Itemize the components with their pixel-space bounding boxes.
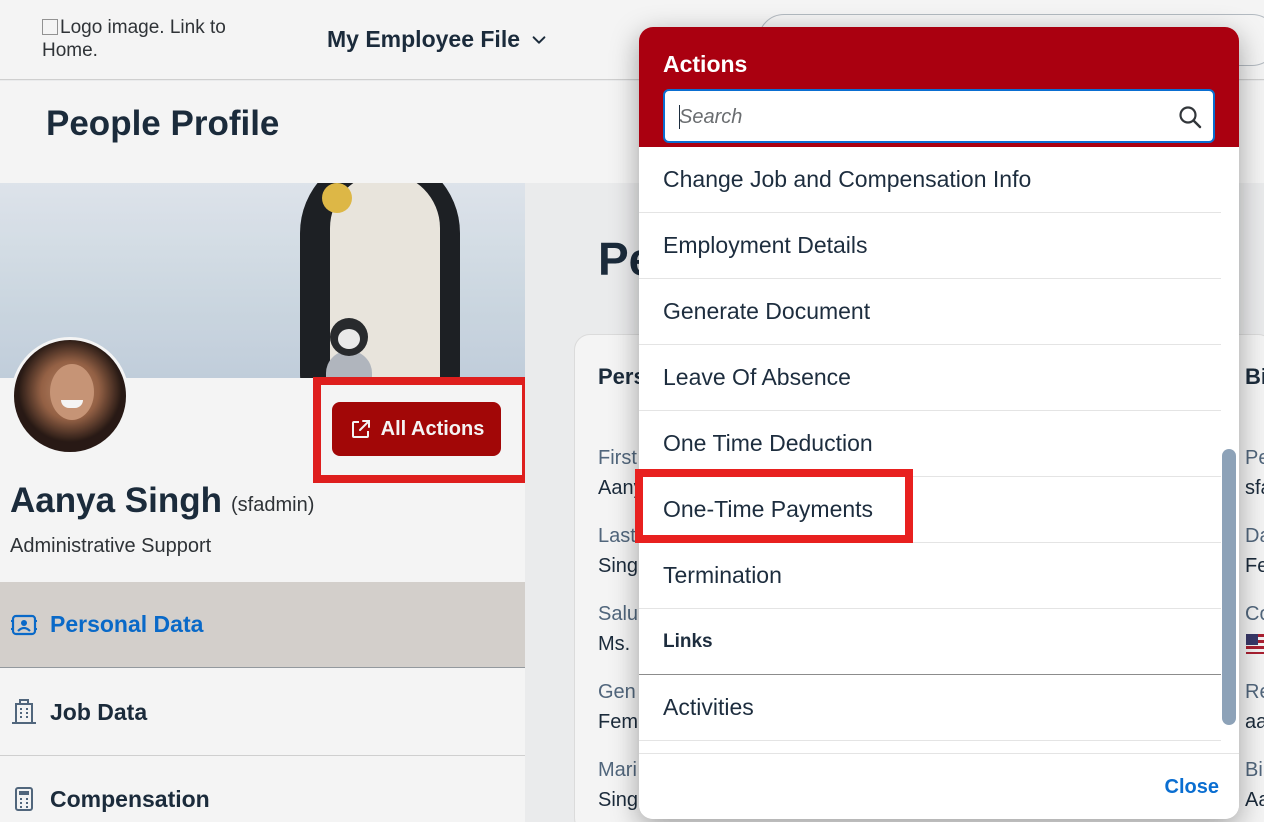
action-item-change-job-compensation[interactable]: Change Job and Compensation Info [639, 147, 1221, 213]
actions-popover: Actions Change Job and Compensation Info… [639, 27, 1239, 819]
building-icon [12, 699, 36, 724]
action-item-generate-document[interactable]: Generate Document [639, 279, 1221, 345]
field-value: sfa [1245, 477, 1264, 499]
popover-header: Actions [639, 27, 1239, 147]
actions-search-input[interactable] [679, 102, 1159, 132]
module-name: My Employee File [327, 26, 521, 52]
field-value: Aany [598, 477, 644, 499]
employee-job-title: Administrative Support [10, 535, 212, 557]
field-label: Re [1245, 681, 1264, 703]
search-icon[interactable] [1177, 104, 1203, 130]
broken-image-icon [42, 19, 58, 35]
field-label: Bi [1245, 759, 1263, 781]
chick-face-shape [338, 329, 360, 349]
avatar[interactable] [11, 337, 129, 455]
calculator-icon [15, 787, 33, 811]
field-label: Salu [598, 603, 639, 625]
field-value: Ms. [598, 633, 631, 655]
action-item-termination[interactable]: Termination [639, 543, 1221, 609]
all-actions-button[interactable]: All Actions [332, 402, 501, 456]
profile-card-icon [11, 614, 37, 635]
nav-label: Compensation [50, 785, 210, 812]
popover-footer: Close [639, 753, 1239, 819]
module-switcher[interactable]: My Employee File [327, 26, 548, 53]
action-item-employment-details[interactable]: Employment Details [639, 213, 1221, 279]
link-item-activities[interactable]: Activities [639, 675, 1221, 741]
field-label: Co [1245, 603, 1264, 625]
home-logo-link[interactable]: Logo image. Link to Home. [42, 16, 272, 62]
field-label: Gen [598, 681, 636, 703]
logo-alt-text: Logo image. Link to Home. [42, 17, 226, 61]
action-item-leave-of-absence[interactable]: Leave Of Absence [639, 345, 1221, 411]
right-card-title: Bi [1245, 364, 1264, 389]
links-group-header: Links [639, 609, 1221, 675]
action-item-one-time-payments[interactable]: One-Time Payments [639, 477, 1221, 543]
page-title: People Profile [46, 104, 280, 143]
field-value: Sing [598, 555, 639, 577]
avatar-face-shape [50, 364, 94, 420]
field-label: First [598, 447, 637, 469]
field-value: aa [1245, 711, 1264, 733]
employee-username: (sfadmin) [231, 494, 315, 516]
chevron-down-icon [532, 35, 546, 44]
us-flag-icon [1246, 634, 1264, 654]
profile-panel: All Actions Aanya Singh (sfadmin) Admini… [0, 183, 530, 822]
employee-name: Aanya Singh [10, 481, 222, 520]
share-icon [351, 420, 370, 438]
field-label: Last [598, 525, 636, 547]
field-label: Pe [1245, 447, 1264, 469]
popover-title: Actions [663, 51, 748, 77]
nav-label: Personal Data [50, 611, 204, 637]
actions-list[interactable]: Change Job and Compensation Info Employm… [639, 147, 1239, 753]
field-value: Fem [598, 711, 638, 733]
field-label: Da [1245, 525, 1264, 547]
close-button[interactable]: Close [1129, 772, 1219, 802]
nav-label: Job Data [50, 698, 148, 725]
nav-item-personal-data[interactable]: Personal Data [0, 582, 525, 668]
text-cursor [679, 105, 680, 129]
all-actions-label: All Actions [380, 417, 485, 440]
list-scrollbar[interactable] [1222, 449, 1236, 725]
penguin-beak-shape [322, 183, 352, 213]
actions-search-field[interactable] [663, 89, 1215, 143]
field-label: Mari [598, 759, 637, 781]
nav-item-job-data[interactable]: Job Data [0, 669, 525, 755]
field-value: Aa [1245, 789, 1264, 811]
action-item-one-time-deduction[interactable]: One Time Deduction [639, 411, 1221, 477]
field-value: Sing [598, 789, 639, 811]
field-value: Fe [1245, 555, 1264, 577]
nav-item-compensation[interactable]: Compensation [0, 756, 525, 822]
